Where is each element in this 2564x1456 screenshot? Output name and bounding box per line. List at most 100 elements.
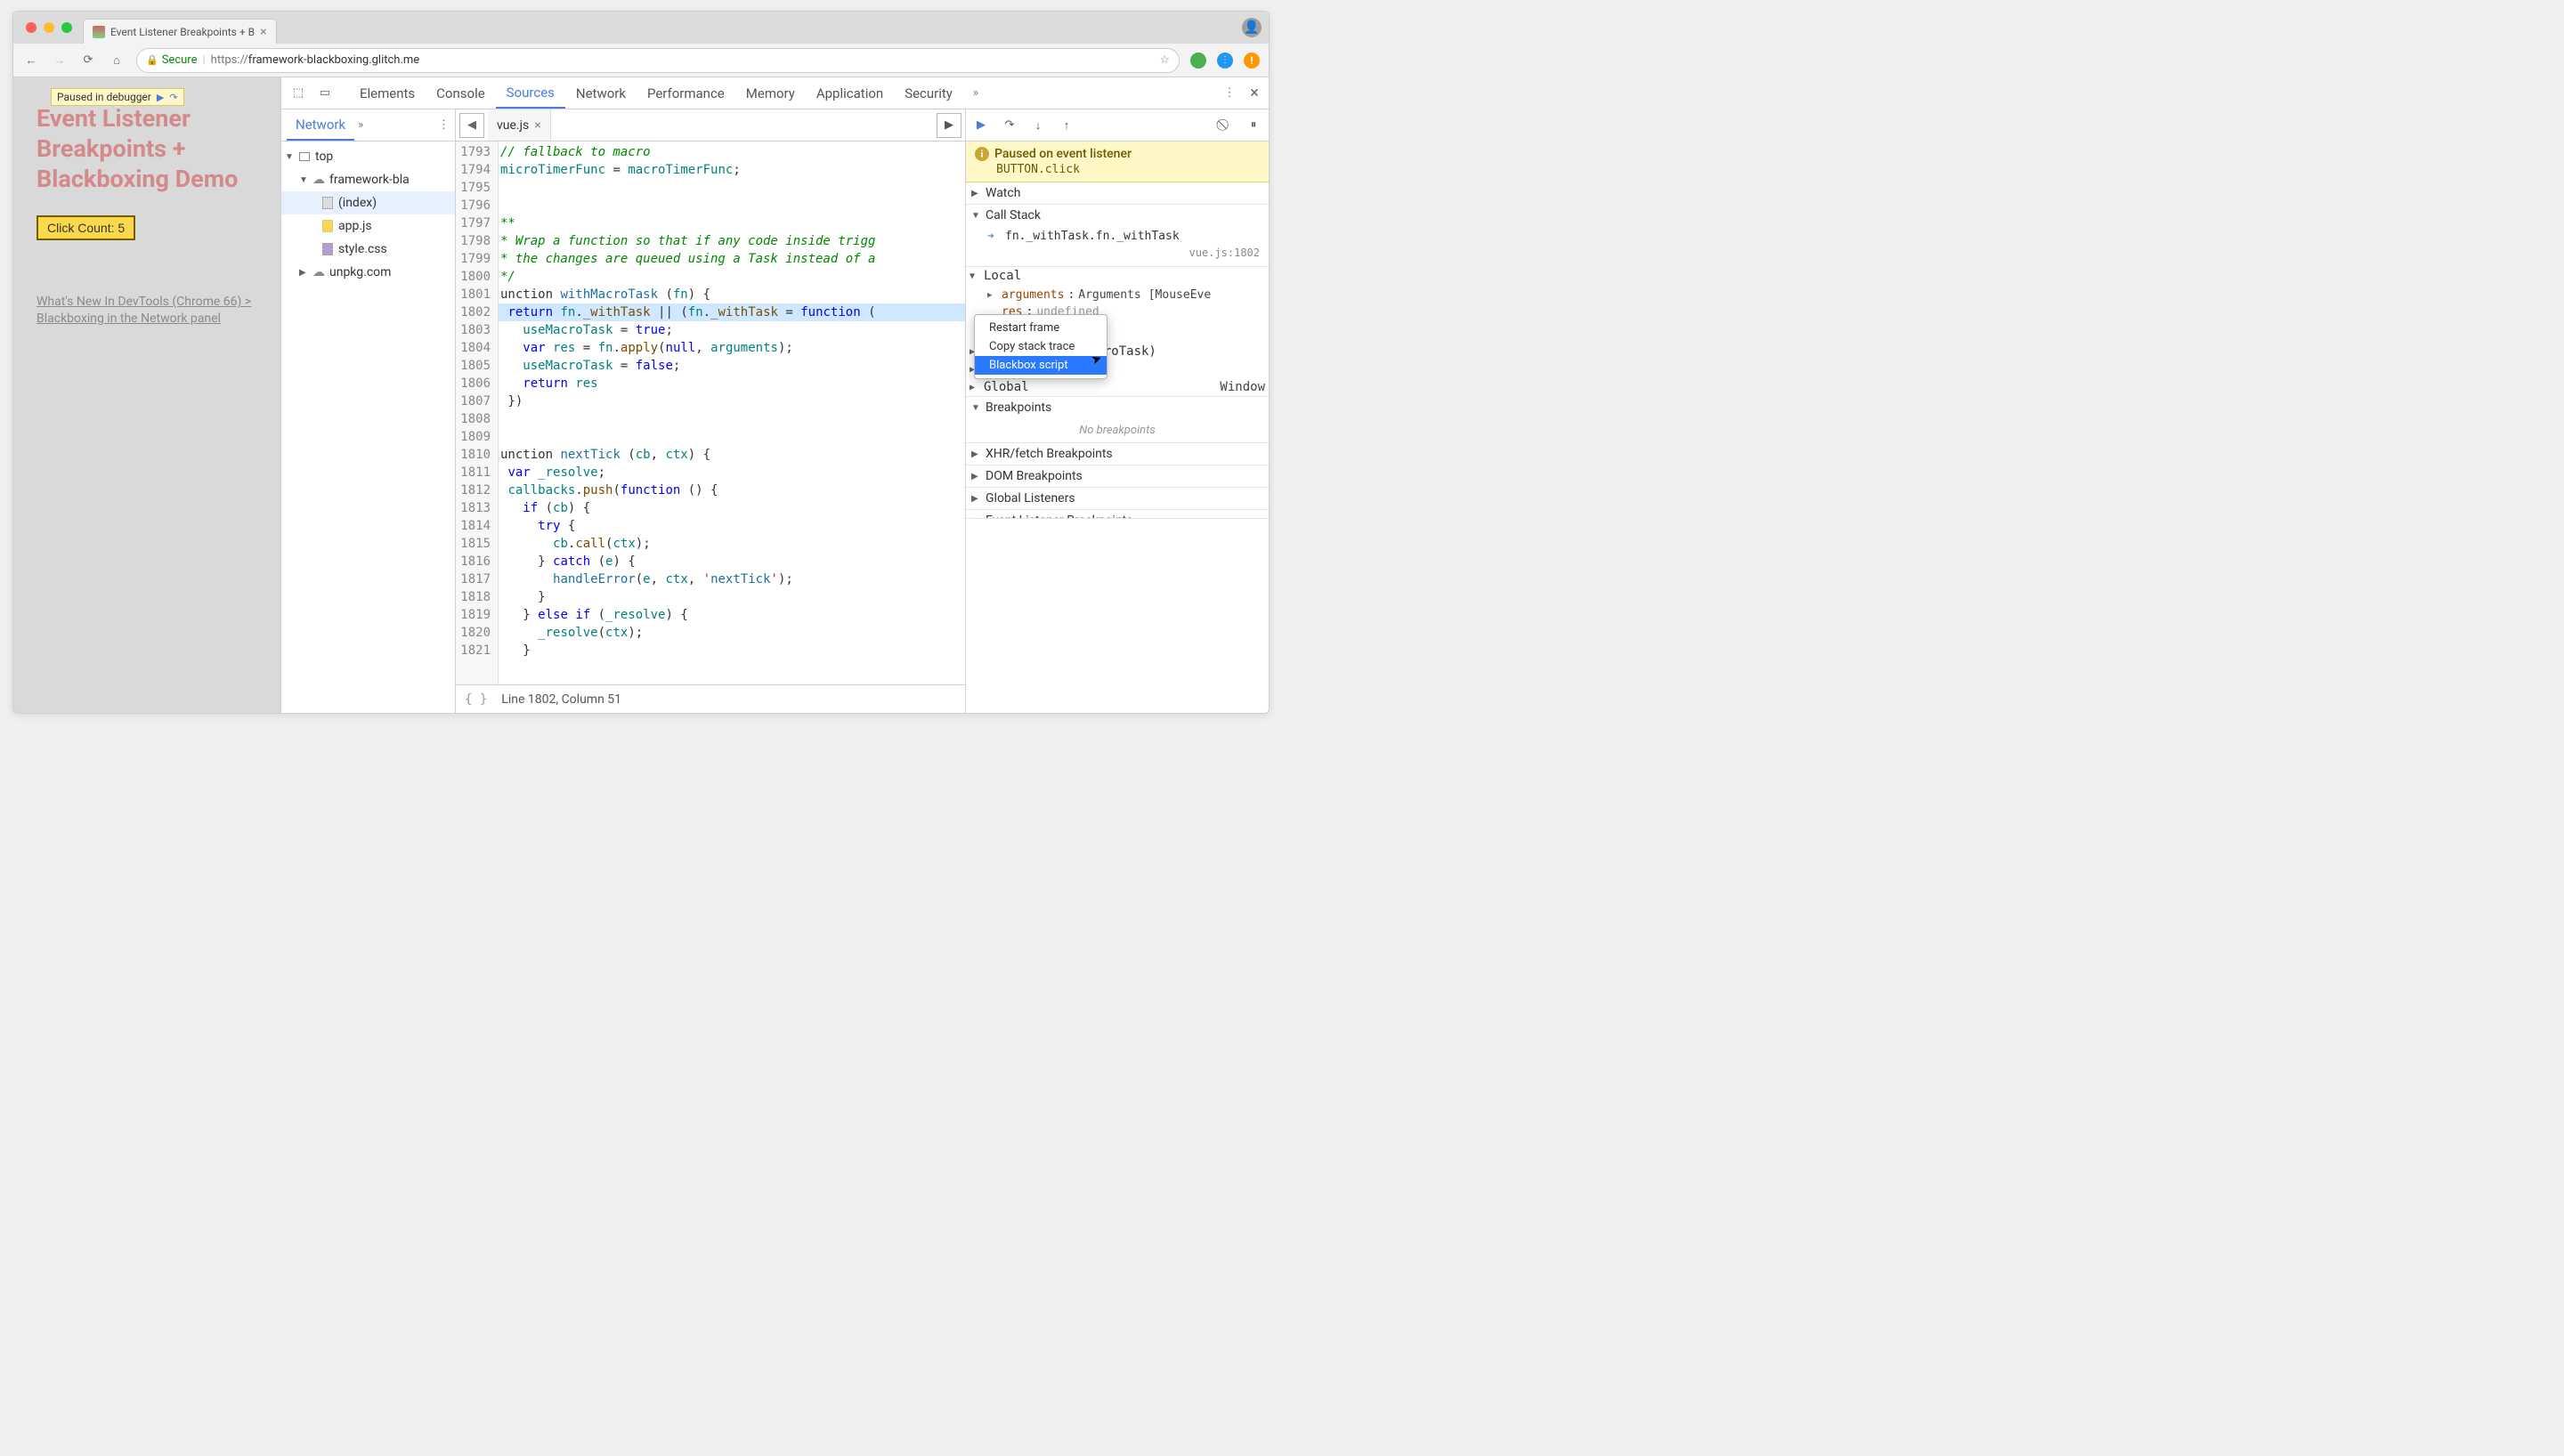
expand-icon[interactable]: ▼ — [299, 175, 308, 185]
step-over-button[interactable]: ↷ — [1000, 116, 1019, 135]
pretty-print-icon[interactable]: { } — [465, 692, 487, 707]
breakpoints-section: ▼ Breakpoints No breakpoints — [966, 397, 1269, 443]
tree-node-origin[interactable]: ▼ ☁ framework-bla — [281, 168, 455, 191]
reload-button[interactable]: ⟳ — [79, 52, 97, 69]
section-label: Breakpoints — [986, 400, 1051, 415]
event-listener-breakpoints-header[interactable]: ▶ Event Listener Breakpoints — [966, 510, 1269, 519]
close-window-icon[interactable] — [26, 22, 37, 33]
resume-button[interactable]: ▶ — [971, 116, 991, 135]
step-into-button[interactable]: ↓ — [1028, 116, 1048, 135]
navigator-tab-network[interactable]: Network — [287, 109, 354, 141]
debugger-toolbar: ▶ ↷ ↓ ↑ ⃠ ⏸ — [966, 109, 1269, 142]
more-icon[interactable]: ⋮ — [438, 118, 450, 132]
devtools-tab-console[interactable]: Console — [426, 77, 496, 109]
click-count-button[interactable]: Click Count: 5 — [37, 215, 135, 240]
editor-tabs: ◀ vue.js × ▶ — [456, 109, 965, 142]
extension-icon[interactable]: ! — [1244, 53, 1260, 69]
expand-icon[interactable]: ▶ — [299, 268, 308, 278]
section-label: Watch — [986, 186, 1020, 200]
extension-icon[interactable]: ⋮ — [1217, 53, 1233, 69]
expand-icon[interactable]: ▶ — [987, 291, 998, 300]
call-stack-frame[interactable]: ➔ fn._withTask.fn._withTask — [984, 228, 1263, 245]
maximize-window-icon[interactable] — [61, 22, 72, 33]
file-app-js[interactable]: app.js — [281, 214, 455, 238]
bookmark-icon[interactable]: ☆ — [1159, 53, 1170, 67]
expand-icon[interactable]: ▶ — [971, 472, 982, 481]
device-toggle-icon[interactable]: ▭ — [313, 82, 337, 105]
run-snippet-icon[interactable]: ▶ — [937, 113, 961, 138]
close-tab-icon[interactable]: × — [260, 25, 266, 39]
expand-icon[interactable]: ▶ — [971, 494, 982, 504]
global-listeners-header[interactable]: ▶ Global Listeners — [966, 488, 1269, 509]
article-link[interactable]: What's New In DevTools (Chrome 66) > Bla… — [37, 294, 257, 328]
expand-icon[interactable]: ▼ — [971, 403, 982, 413]
dom-breakpoints-section: ▶ DOM Breakpoints — [966, 465, 1269, 488]
home-button[interactable]: ⌂ — [108, 52, 126, 69]
dom-breakpoints-header[interactable]: ▶ DOM Breakpoints — [966, 465, 1269, 487]
expand-icon[interactable]: ▶ — [970, 383, 980, 392]
expand-icon[interactable]: ▼ — [970, 271, 980, 281]
code-lines[interactable]: // fallback to macromicroTimerFunc = mac… — [499, 142, 965, 684]
pause-exceptions-button[interactable]: ⏸ — [1244, 116, 1263, 135]
xhr-breakpoints-header[interactable]: ▶ XHR/fetch Breakpoints — [966, 443, 1269, 465]
devtools-tab-application[interactable]: Application — [806, 77, 894, 109]
scope-global-header[interactable]: ▶ Global Window — [966, 378, 1269, 396]
file-index[interactable]: (index) — [281, 191, 455, 214]
expand-icon[interactable]: ▶ — [971, 189, 982, 198]
devtools-tab-elements[interactable]: Elements — [349, 77, 426, 109]
expand-icon[interactable]: ▼ — [971, 211, 982, 221]
expand-icon[interactable]: ▼ — [285, 152, 294, 162]
more-menu-icon[interactable]: ⋮ — [1221, 86, 1238, 100]
scope-variable[interactable]: ▶ arguments: Arguments [MouseEve — [984, 287, 1263, 303]
inspect-element-icon[interactable]: ⬚ — [287, 82, 310, 105]
overflow-icon[interactable]: » — [358, 118, 363, 132]
file-tree: ▼ top ▼ ☁ framework-bla (index) — [281, 142, 455, 287]
context-menu-copy-stack-trace[interactable]: Copy stack trace — [975, 337, 1107, 356]
browser-toolbar: ← → ⟳ ⌂ 🔒 Secure | https://framework-bla… — [13, 44, 1269, 77]
devtools-tab-performance[interactable]: Performance — [637, 77, 735, 109]
step-icon[interactable]: ↷ — [169, 92, 177, 103]
context-menu-restart-frame[interactable]: Restart frame — [975, 319, 1107, 337]
devtools-tab-memory[interactable]: Memory — [735, 77, 806, 109]
scope-local-header[interactable]: ▼ Local — [966, 267, 1269, 285]
expand-icon[interactable]: ▶ — [971, 449, 982, 459]
expand-icon[interactable]: ▶ — [971, 516, 982, 520]
devtools-tab-security[interactable]: Security — [894, 77, 963, 109]
devtools-tab-network[interactable]: Network — [565, 77, 637, 109]
address-bar[interactable]: 🔒 Secure | https://framework-blackboxing… — [136, 48, 1180, 73]
pause-detail: BUTTON.click — [975, 163, 1260, 176]
forward-button[interactable]: → — [51, 52, 69, 69]
profile-icon[interactable]: 👤 — [1242, 18, 1262, 37]
resume-icon[interactable]: ▶ — [157, 92, 164, 103]
content-area: Paused in debugger ▶ ↷ Event Listener Br… — [13, 77, 1269, 713]
call-stack-header[interactable]: ▼ Call Stack — [966, 205, 1269, 226]
nav-back-icon[interactable]: ◀ — [459, 113, 484, 138]
tree-label: unpkg.com — [329, 265, 391, 279]
code-editor[interactable]: 1793179417951796179717981799180018011802… — [456, 142, 965, 684]
deactivate-breakpoints-button[interactable]: ⃠ — [1215, 116, 1235, 135]
extension-icon[interactable] — [1190, 53, 1206, 69]
info-icon: i — [975, 147, 989, 161]
browser-tab[interactable]: Event Listener Breakpoints + B × — [83, 19, 277, 44]
breakpoints-header[interactable]: ▼ Breakpoints — [966, 397, 1269, 418]
file-style-css[interactable]: style.css — [281, 238, 455, 261]
pause-reason: Paused on event listener — [994, 147, 1132, 161]
paused-label: Paused in debugger — [57, 91, 151, 103]
section-label: Call Stack — [986, 208, 1041, 222]
back-button[interactable]: ← — [22, 52, 40, 69]
close-tab-icon[interactable]: × — [534, 118, 540, 133]
tree-node-unpkg[interactable]: ▶ ☁ unpkg.com — [281, 261, 455, 284]
step-out-button[interactable]: ↑ — [1057, 116, 1076, 135]
close-devtools-icon[interactable]: × — [1245, 84, 1263, 102]
minimize-window-icon[interactable] — [44, 22, 54, 33]
watch-header[interactable]: ▶ Watch — [966, 182, 1269, 204]
call-stack-section: ▼ Call Stack ➔ fn._withTask.fn._withTask… — [966, 205, 1269, 267]
editor-tab[interactable]: vue.js × — [488, 109, 551, 141]
tree-node-top[interactable]: ▼ top — [281, 145, 455, 168]
overflow-icon[interactable]: » — [967, 86, 985, 100]
devtools-tab-sources[interactable]: Sources — [496, 77, 565, 109]
no-breakpoints-label: No breakpoints — [966, 418, 1269, 442]
frame-location[interactable]: vue.js:1802 — [1189, 247, 1260, 259]
global-listeners-section: ▶ Global Listeners — [966, 488, 1269, 510]
context-menu-blackbox-script[interactable]: Blackbox script — [975, 356, 1107, 375]
